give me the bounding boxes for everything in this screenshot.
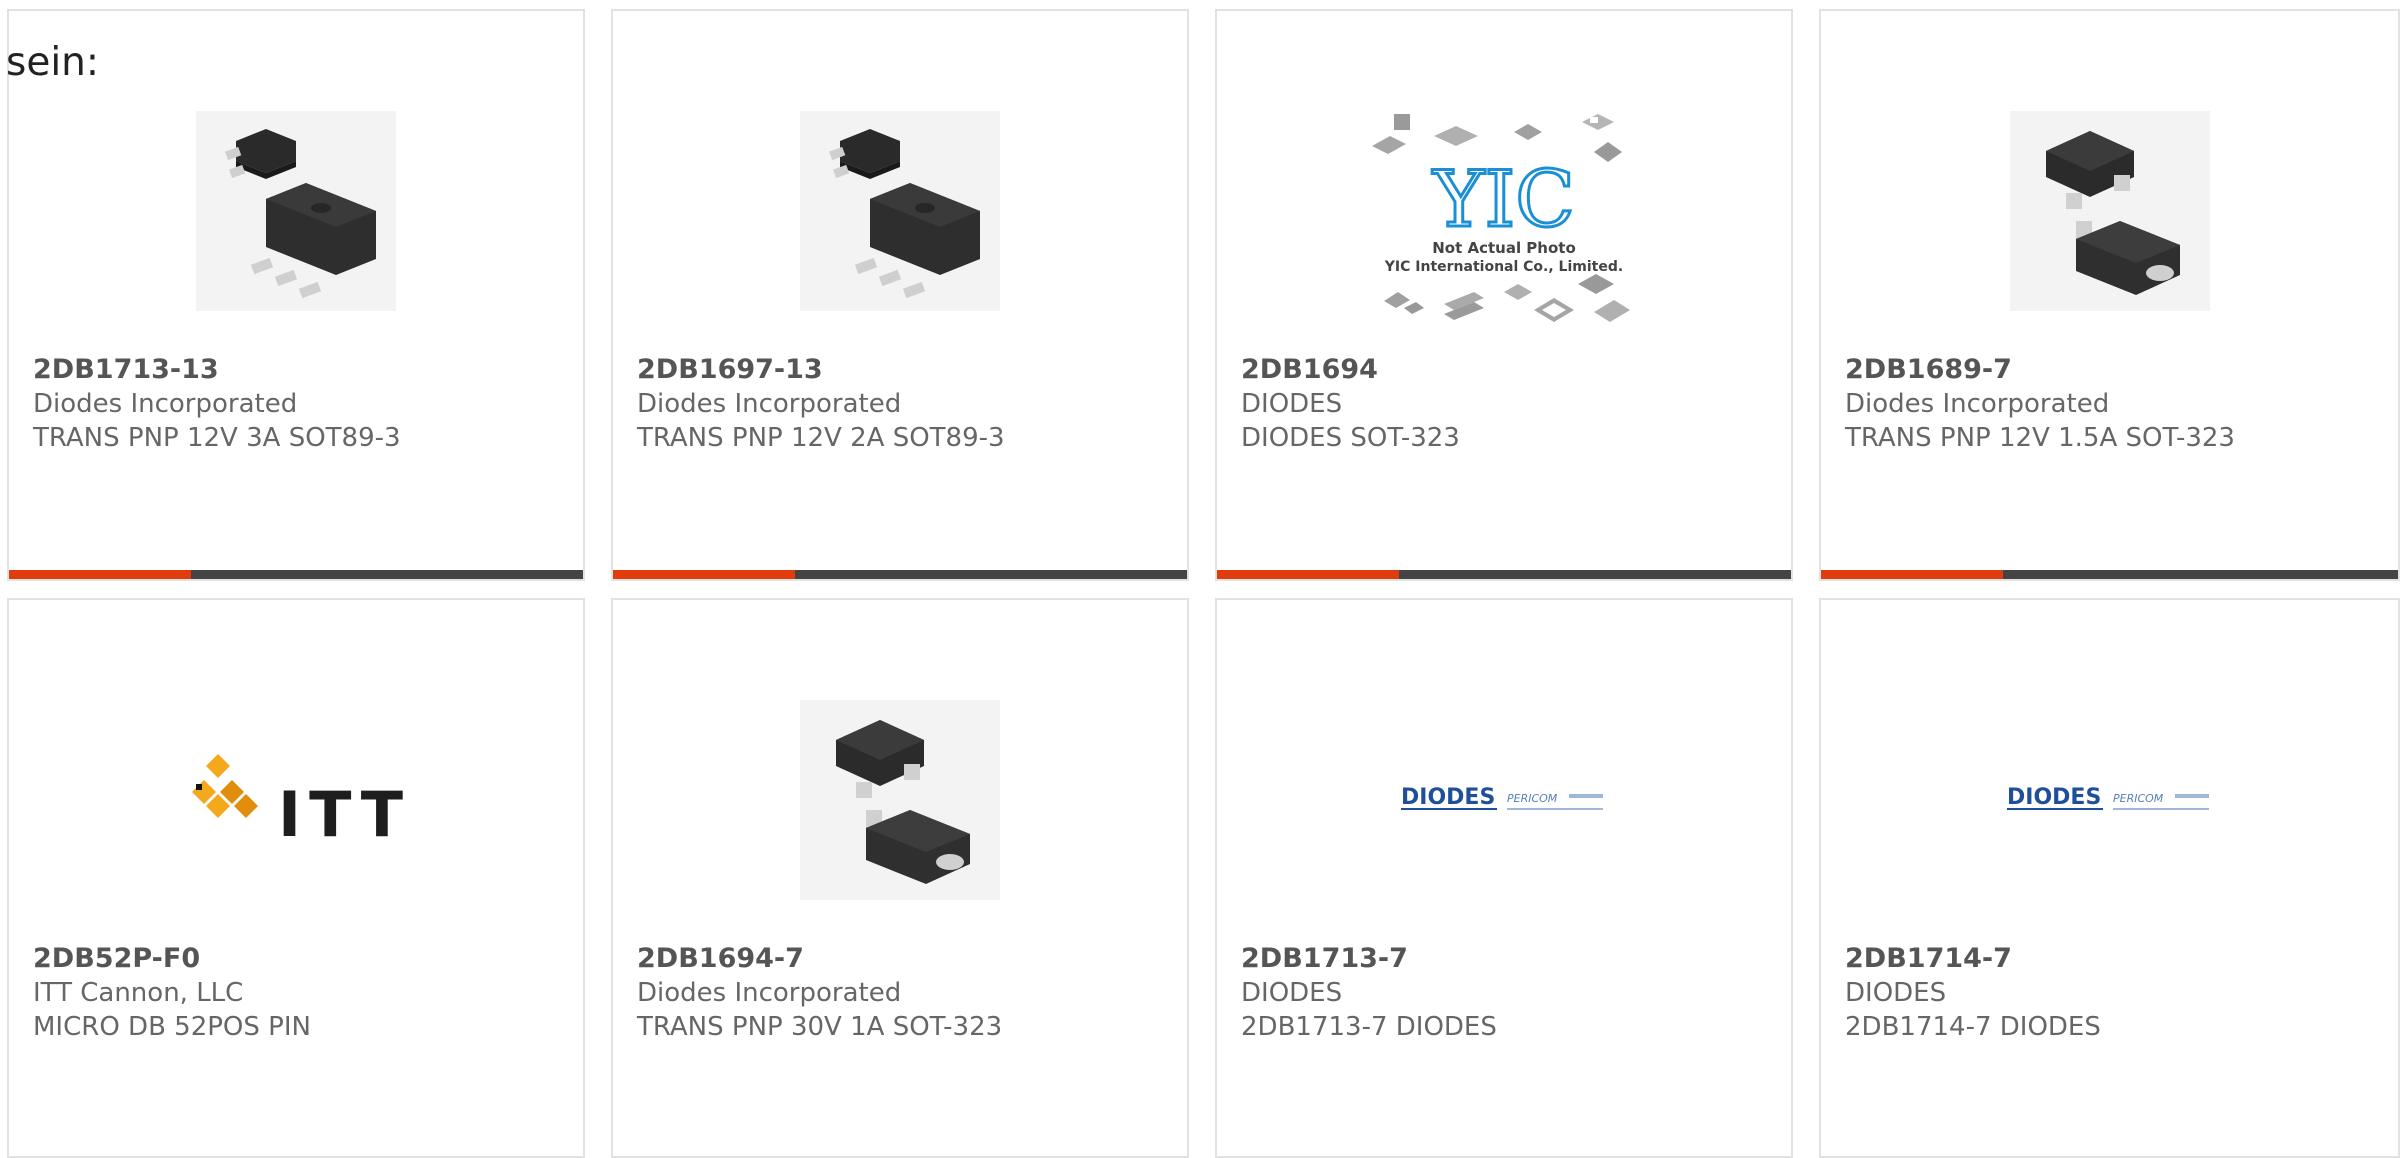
product-image: ITT	[9, 660, 583, 940]
yic-placeholder-image: YIC Not Actual Photo YIC International C…	[1372, 114, 1630, 322]
manufacturer: Diodes Incorporated	[637, 389, 902, 419]
description: 2DB1714-7 DIODES	[1845, 1012, 2101, 1042]
manufacturer: Diodes Incorporated	[1845, 389, 2110, 419]
description: TRANS PNP 12V 2A SOT89-3	[637, 423, 1005, 453]
description: TRANS PNP 12V 3A SOT89-3	[33, 423, 401, 453]
description: 2DB1713-7 DIODES	[1241, 1012, 1497, 1042]
card-bottom-bar	[1217, 570, 1791, 579]
pericom-logo-text: PERICOM	[2113, 792, 2164, 805]
product-card[interactable]: 2DB1689-7 Diodes Incorporated TRANS PNP …	[1819, 9, 2400, 581]
part-number[interactable]: 2DB1713-7	[1241, 942, 1771, 976]
product-card[interactable]: DIODES PERICOM 2DB1714-7 DIODES 2DB1714-…	[1819, 598, 2400, 1158]
svg-text:Not Actual Photo: Not Actual Photo	[1432, 239, 1576, 257]
product-image	[9, 71, 583, 351]
sot89-package-icon	[196, 111, 396, 311]
description: TRANS PNP 12V 1.5A SOT-323	[1845, 423, 2235, 453]
manufacturer: DIODES	[1241, 389, 1343, 419]
card-bottom-bar	[613, 570, 1187, 579]
sot89-package-icon	[800, 111, 1000, 311]
part-number[interactable]: 2DB52P-F0	[33, 942, 563, 976]
manufacturer: Diodes Incorporated	[33, 389, 298, 419]
product-image	[1821, 71, 2398, 351]
sot323-package-icon	[2009, 111, 2210, 311]
description: TRANS PNP 30V 1A SOT-323	[637, 1012, 1003, 1042]
part-number[interactable]: 2DB1713-13	[33, 353, 563, 387]
itt-logo-text: ITT	[278, 778, 406, 851]
sot323-package-icon	[800, 700, 1000, 900]
card-bottom-bar	[9, 570, 583, 579]
manufacturer: ITT Cannon, LLC	[33, 978, 244, 1008]
diodes-logo-text: DIODES	[2007, 785, 2101, 810]
part-number[interactable]: 2DB1689-7	[1845, 353, 2378, 387]
svg-text:YIC International Co., Limited: YIC International Co., Limited.	[1384, 259, 1623, 275]
pericom-logo-text: PERICOM	[1507, 792, 1558, 805]
product-image: DIODES PERICOM	[1217, 660, 1791, 940]
diodes-logo-text: DIODES	[1401, 785, 1495, 810]
itt-logo: ITT	[192, 754, 406, 851]
manufacturer: Diodes Incorporated	[637, 978, 902, 1008]
product-image: YIC Not Actual Photo YIC International C…	[1217, 71, 1791, 351]
product-card[interactable]: 2DB1713-13 Diodes Incorporated TRANS PNP…	[7, 9, 585, 581]
part-number[interactable]: 2DB1714-7	[1845, 942, 2378, 976]
part-number[interactable]: 2DB1697-13	[637, 353, 1167, 387]
corner-label: sein:	[6, 40, 100, 85]
product-card[interactable]: ITT 2DB52P-F0 ITT Cannon, LLC MICRO DB 5…	[7, 598, 585, 1158]
part-number[interactable]: 2DB1694	[1241, 353, 1771, 387]
diodes-pericom-logo: DIODES PERICOM	[2006, 785, 2209, 810]
manufacturer: DIODES	[1845, 978, 1947, 1008]
part-number[interactable]: 2DB1694-7	[637, 942, 1167, 976]
diodes-pericom-logo: DIODES PERICOM	[1401, 785, 1603, 810]
product-card[interactable]: YIC Not Actual Photo YIC International C…	[1215, 9, 1793, 581]
product-card[interactable]: DIODES PERICOM 2DB1713-7 DIODES 2DB1713-…	[1215, 598, 1793, 1158]
yic-logo-text: YIC	[1432, 155, 1575, 245]
description: DIODES SOT-323	[1241, 423, 1460, 453]
product-image	[613, 660, 1187, 940]
product-image	[613, 71, 1187, 351]
description: MICRO DB 52POS PIN	[33, 1012, 311, 1042]
card-bottom-bar	[1821, 570, 2398, 579]
product-card[interactable]: 2DB1694-7 Diodes Incorporated TRANS PNP …	[611, 598, 1189, 1158]
product-image: DIODES PERICOM	[1821, 660, 2398, 940]
manufacturer: DIODES	[1241, 978, 1343, 1008]
product-grid: 2DB1713-13 Diodes Incorporated TRANS PNP…	[0, 0, 2400, 1158]
product-card[interactable]: 2DB1697-13 Diodes Incorporated TRANS PNP…	[611, 9, 1189, 581]
